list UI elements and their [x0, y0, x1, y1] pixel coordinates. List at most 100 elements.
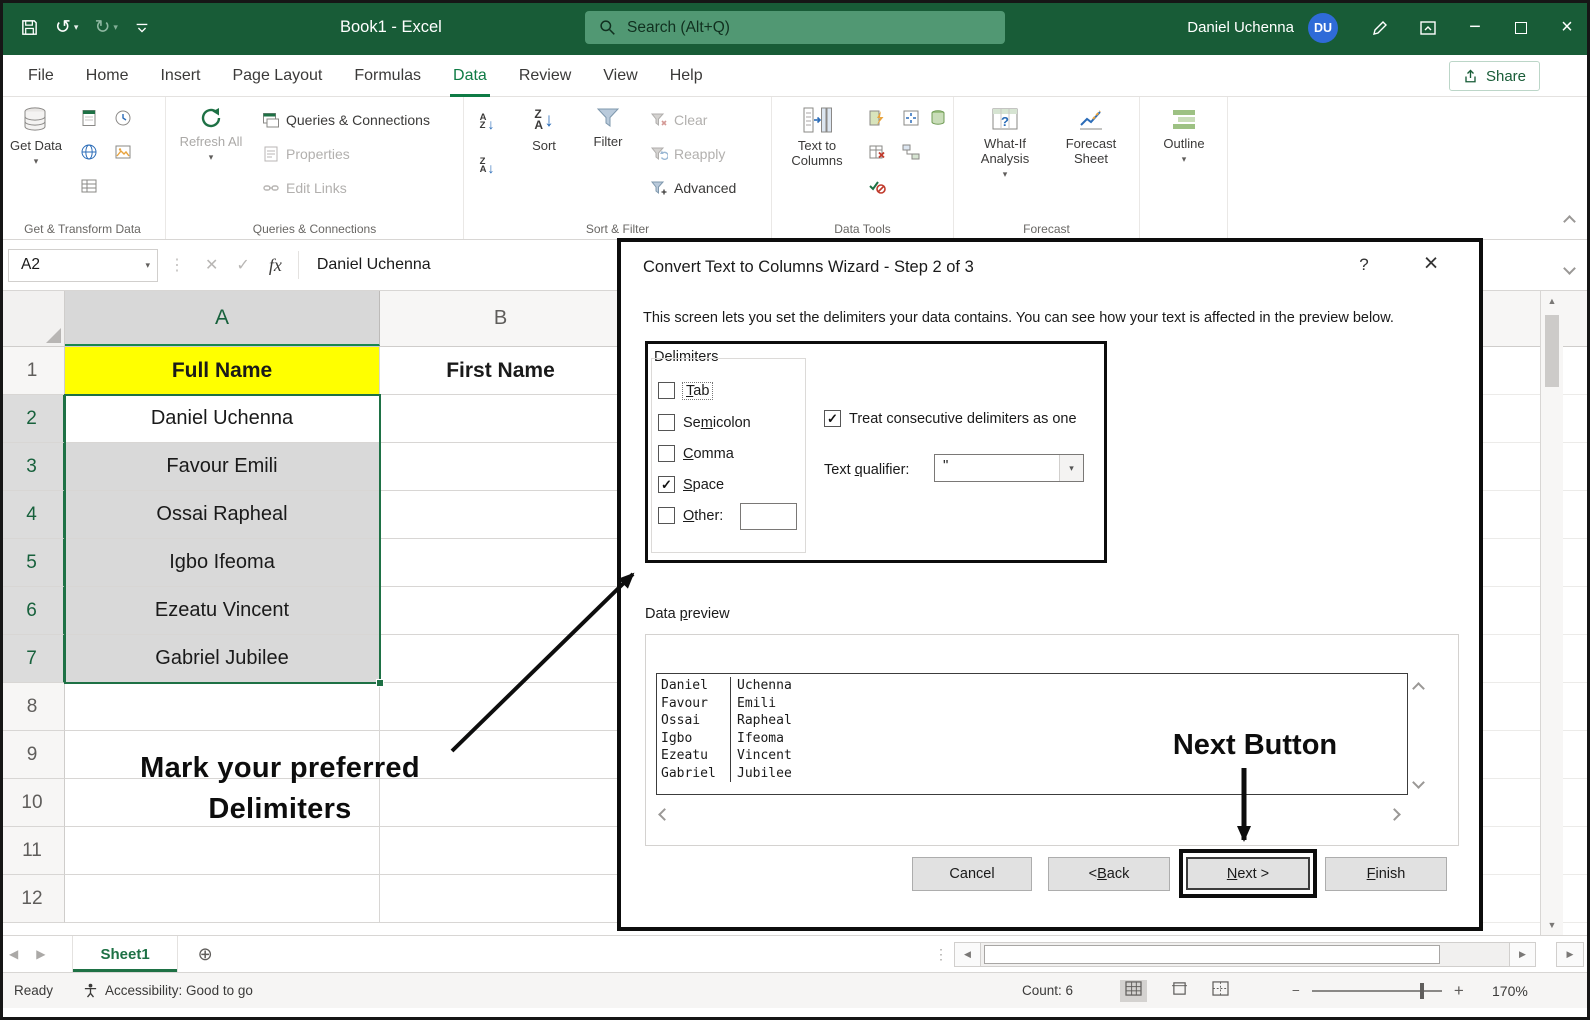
page-break-view-icon[interactable] [1212, 981, 1229, 1001]
cell-b6[interactable] [380, 587, 622, 635]
collapse-ribbon-button[interactable] [1565, 213, 1574, 231]
from-text-csv-button[interactable] [78, 107, 100, 129]
zoom-out-button[interactable]: − [1292, 983, 1300, 998]
normal-view-icon[interactable] [1120, 980, 1147, 1002]
preview-scroll-down-icon[interactable] [1414, 775, 1423, 791]
cell-b11[interactable] [380, 827, 622, 875]
share-button[interactable]: Share [1449, 61, 1540, 91]
zoom-slider[interactable] [1312, 990, 1442, 992]
delimiter-comma-checkbox[interactable]: Comma [658, 445, 734, 462]
treat-consecutive-checkbox[interactable]: Treat consecutive delimiters as one [824, 410, 1077, 427]
cell-b5[interactable] [380, 539, 622, 587]
clear-filter-button[interactable]: Clear [650, 111, 707, 129]
delimiter-other-checkbox[interactable]: Other: [658, 507, 723, 524]
data-validation-button[interactable] [866, 175, 888, 197]
outline-button[interactable]: Outline ▾ [1152, 105, 1216, 165]
preview-scroll-up-icon[interactable] [1414, 681, 1423, 697]
cell-a11[interactable] [65, 827, 380, 875]
other-delimiter-input[interactable] [740, 503, 797, 530]
cell-b8[interactable] [380, 683, 622, 731]
minimize-button[interactable]: − [1452, 0, 1498, 55]
cell-b12[interactable] [380, 875, 622, 923]
insert-function-icon[interactable]: fx [269, 255, 282, 276]
column-header-b[interactable]: B [380, 291, 622, 346]
cell-a4[interactable]: Ossai Rapheal [65, 491, 380, 539]
recent-sources-button[interactable] [112, 107, 134, 129]
cell-a6[interactable]: Ezeatu Vincent [65, 587, 380, 635]
redo-button[interactable]: ↻▾ [94, 16, 117, 39]
cell-b1[interactable]: First Name [380, 347, 622, 395]
relationships-button[interactable] [900, 141, 922, 163]
name-box[interactable]: A2 ▾ [8, 249, 158, 282]
forecast-sheet-button[interactable]: Forecast Sheet [1054, 105, 1128, 166]
preview-scroll-right-icon[interactable] [1390, 807, 1399, 823]
row-header-4[interactable]: 4 [0, 491, 65, 539]
tab-help[interactable]: Help [654, 55, 719, 97]
cell-b7[interactable] [380, 635, 622, 683]
formula-bar-value[interactable]: Daniel Uchenna [317, 256, 431, 274]
save-button[interactable] [20, 18, 39, 37]
edit-links-button[interactable]: Edit Links [262, 179, 347, 197]
properties-button[interactable]: Properties [262, 145, 350, 163]
accessibility-status[interactable]: Accessibility: Good to go [83, 983, 253, 998]
from-web-button[interactable] [78, 141, 100, 163]
preview-scroll-left-icon[interactable] [660, 807, 669, 823]
text-to-columns-button[interactable]: Text to Columns [784, 105, 850, 168]
cancel-button[interactable]: Cancel [912, 857, 1032, 891]
horizontal-scroll-thumb[interactable] [984, 945, 1440, 964]
cancel-entry-icon[interactable]: ✕ [205, 255, 218, 275]
filter-button[interactable]: Filter [580, 105, 636, 149]
scroll-down-icon[interactable]: ▼ [1541, 920, 1563, 930]
get-data-button[interactable]: Get Data ▾ [6, 105, 66, 167]
dialog-help-button[interactable]: ? [1351, 255, 1377, 275]
cell-a1[interactable]: Full Name [65, 347, 380, 395]
remove-duplicates-button[interactable] [866, 141, 888, 163]
scroll-left-button[interactable]: ◀ [954, 942, 981, 967]
row-header-8[interactable]: 8 [0, 683, 65, 731]
reapply-button[interactable]: Reapply [650, 145, 725, 163]
tab-insert[interactable]: Insert [144, 55, 216, 97]
advanced-filter-button[interactable]: Advanced [650, 179, 736, 197]
page-layout-view-icon[interactable] [1171, 981, 1188, 1001]
horizontal-scrollbar[interactable]: ◀ ▶ [954, 942, 1536, 967]
tab-home[interactable]: Home [70, 55, 145, 97]
scroll-right-corner-button[interactable]: ▶ [1556, 942, 1584, 967]
next-button[interactable]: Next > [1186, 857, 1310, 890]
ink-pen-button[interactable] [1356, 19, 1404, 37]
tab-page-layout[interactable]: Page Layout [216, 55, 338, 97]
chevron-down-icon[interactable]: ▾ [1059, 455, 1083, 481]
row-header-6[interactable]: 6 [0, 587, 65, 635]
customize-quick-access-button[interactable] [134, 20, 150, 36]
text-qualifier-dropdown[interactable]: " ▾ [934, 454, 1084, 482]
enter-entry-icon[interactable]: ✓ [236, 255, 249, 275]
row-header-9[interactable]: 9 [0, 731, 65, 779]
undo-button[interactable]: ↺▾ [55, 16, 78, 39]
sort-descending-button[interactable]: ZA↓ [476, 155, 498, 177]
from-picture-button[interactable] [112, 141, 134, 163]
tab-formulas[interactable]: Formulas [338, 55, 437, 97]
zoom-slider-thumb[interactable] [1420, 983, 1424, 999]
row-header-11[interactable]: 11 [0, 827, 65, 875]
cell-b4[interactable] [380, 491, 622, 539]
expand-formula-bar-button[interactable] [1565, 260, 1574, 278]
row-header-10[interactable]: 10 [0, 779, 65, 827]
row-header-1[interactable]: 1 [0, 347, 65, 395]
prev-sheet-icon[interactable]: ◀ [9, 947, 18, 961]
select-all-corner[interactable] [0, 291, 65, 346]
tab-splitter-dots[interactable]: ⋮ [934, 946, 950, 963]
cell-a5[interactable]: Igbo Ifeoma [65, 539, 380, 587]
sort-button[interactable]: ZA↓ Sort [516, 105, 572, 153]
ribbon-display-options-button[interactable] [1404, 19, 1452, 37]
tab-view[interactable]: View [587, 55, 653, 97]
column-header-a[interactable]: A [65, 291, 380, 346]
refresh-all-button[interactable]: Refresh All ▾ [176, 105, 246, 163]
vertical-scroll-thumb[interactable] [1545, 315, 1559, 387]
tab-data[interactable]: Data [437, 55, 503, 97]
cell-a8[interactable] [65, 683, 380, 731]
consolidate-button[interactable] [900, 107, 922, 129]
row-header-2[interactable]: 2 [0, 395, 65, 443]
row-header-7[interactable]: 7 [0, 635, 65, 683]
cell-a3[interactable]: Favour Emili [65, 443, 380, 491]
cell-b3[interactable] [380, 443, 622, 491]
sheet-tab-sheet1[interactable]: Sheet1 [72, 936, 177, 972]
